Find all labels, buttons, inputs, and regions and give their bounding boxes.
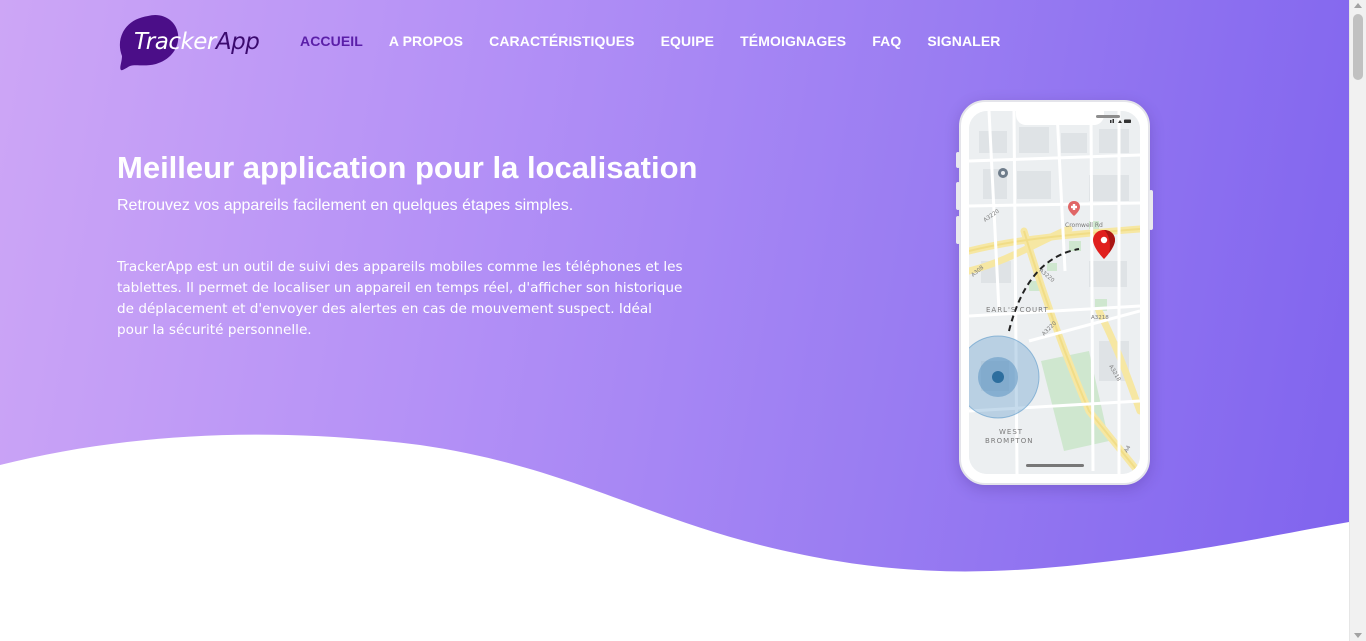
map-label-earls-court: EARL'S COURT: [986, 306, 1049, 314]
phone-home-indicator: [1026, 464, 1084, 467]
signal-icon: [1110, 120, 1112, 123]
logo-text-app: App: [215, 29, 260, 55]
scroll-down-arrow-icon[interactable]: [1354, 633, 1362, 638]
nav-item-temoignages[interactable]: TÉMOIGNAGES: [740, 33, 846, 49]
phone-notch: [1016, 111, 1120, 125]
logo-text: TrackerApp: [134, 29, 260, 55]
phone-speaker: [1096, 115, 1120, 118]
page-scrollbar[interactable]: [1349, 0, 1366, 641]
hero-description: TrackerApp est un outil de suivi des app…: [117, 259, 683, 338]
map-label-cromwell-rd: Cromwell Rd: [1065, 222, 1103, 229]
map-label-west: WEST: [999, 428, 1023, 436]
battery-icon: [1124, 119, 1131, 123]
scrollbar-thumb[interactable]: [1353, 14, 1363, 80]
map-label-brompton: BROMPTON: [985, 437, 1033, 445]
phone-screen-map: Cromwell Rd EARL'S COURT WEST BROMPTON A…: [969, 111, 1140, 474]
place-icon: [998, 168, 1008, 178]
nav-item-signaler[interactable]: SIGNALER: [927, 33, 1000, 49]
phone-power-button: [1149, 190, 1153, 230]
phone-mute-switch: [956, 152, 960, 168]
main-nav: ACCUEIL A PROPOS CARACTÉRISTIQUES EQUIPE…: [300, 33, 1000, 49]
nav-item-a-propos[interactable]: A PROPOS: [389, 33, 463, 49]
nav-item-equipe[interactable]: EQUIPE: [661, 33, 715, 49]
hero-title: Meilleur application pour la localisatio…: [117, 150, 698, 185]
brand-logo[interactable]: TrackerApp: [118, 12, 263, 74]
phone-volume-up: [956, 182, 960, 210]
nav-item-faq[interactable]: FAQ: [872, 33, 901, 49]
hero-subtitle: Retrouvez vos appareils facilement en qu…: [117, 197, 574, 214]
map-label-a3218: A3218: [1091, 315, 1109, 321]
scroll-up-arrow-icon[interactable]: [1354, 3, 1362, 8]
phone-volume-down: [956, 216, 960, 244]
logo-text-tracker: Tracker: [134, 29, 216, 55]
phone-mockup: Cromwell Rd EARL'S COURT WEST BROMPTON A…: [956, 100, 1153, 485]
nav-item-accueil[interactable]: ACCUEIL: [300, 33, 363, 49]
nav-item-caracteristiques[interactable]: CARACTÉRISTIQUES: [489, 33, 635, 49]
map-illustration: Cromwell Rd EARL'S COURT WEST BROMPTON A…: [969, 111, 1140, 474]
